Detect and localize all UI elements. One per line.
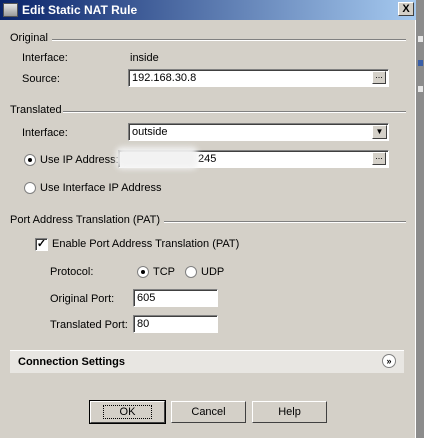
translated-port-field[interactable]: 80: [133, 315, 218, 333]
use-ip-address-radio[interactable]: [24, 154, 36, 166]
pat-group-label: Port Address Translation (PAT): [10, 214, 160, 226]
udp-label: UDP: [201, 266, 225, 278]
enable-pat-checkbox[interactable]: ✓: [35, 238, 48, 251]
original-group-label: Original: [10, 32, 48, 44]
enable-pat-label: Enable Port Address Translation (PAT): [52, 238, 240, 250]
source-field[interactable]: 192.168.30.8 ...: [128, 69, 389, 87]
ellipsis-icon[interactable]: ...: [372, 71, 386, 84]
translated-port-value: 80: [137, 318, 150, 330]
protocol-label: Protocol:: [50, 266, 94, 278]
original-port-label: Original Port:: [50, 293, 115, 305]
tcp-label: TCP: [153, 266, 175, 278]
ok-button[interactable]: OK: [89, 400, 166, 424]
tcp-radio[interactable]: [137, 266, 149, 278]
original-port-value: 605: [137, 292, 156, 304]
original-port-field[interactable]: 605: [133, 289, 218, 307]
background-window-strip: [418, 86, 423, 92]
ellipsis-icon[interactable]: ...: [372, 152, 386, 165]
close-button[interactable]: X: [398, 2, 414, 16]
edit-static-nat-dialog: Edit Static NAT Rule X Original Interfac…: [0, 0, 416, 438]
translated-separator: [63, 111, 406, 113]
source-label: Source:: [22, 73, 60, 85]
translated-interface-label: Interface:: [22, 127, 68, 139]
use-interface-ip-radio[interactable]: [24, 182, 36, 194]
window-title: Edit Static NAT Rule: [22, 3, 138, 17]
translated-group-label: Translated: [10, 104, 62, 116]
original-interface-value: inside: [130, 52, 159, 64]
background-window-strip: [418, 60, 423, 66]
use-ip-address-label: Use IP Address:: [40, 154, 119, 166]
translated-interface-value: outside: [132, 126, 168, 138]
translated-port-label: Translated Port:: [50, 319, 128, 331]
help-button[interactable]: Help: [252, 401, 327, 423]
source-value: 192.168.30.8: [132, 72, 197, 84]
translated-interface-select[interactable]: outside ▼: [128, 123, 389, 141]
title-bar[interactable]: Edit Static NAT Rule X: [0, 0, 416, 20]
connection-settings-bar[interactable]: Connection Settings »: [10, 350, 404, 373]
redaction-blur: [116, 147, 198, 169]
chevron-down-icon[interactable]: ▼: [372, 125, 387, 139]
use-interface-ip-label: Use Interface IP Address: [40, 182, 162, 194]
udp-radio[interactable]: [185, 266, 197, 278]
app-icon: [3, 3, 18, 17]
background-window-strip: [418, 36, 423, 42]
connection-settings-label: Connection Settings: [18, 356, 125, 368]
ok-button-label: OK: [102, 405, 153, 419]
pat-separator: [164, 221, 406, 223]
double-chevron-down-icon[interactable]: »: [382, 354, 396, 368]
original-interface-label: Interface:: [22, 52, 68, 64]
cancel-button[interactable]: Cancel: [171, 401, 246, 423]
original-separator: [52, 39, 406, 41]
